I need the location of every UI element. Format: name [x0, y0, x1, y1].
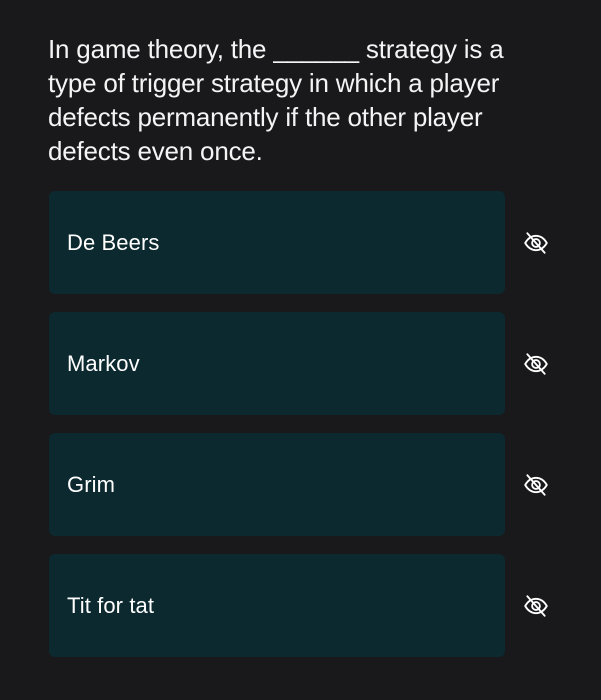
answer-options: De Beers Markov Grim Tit for tat: [49, 191, 555, 675]
eye-slash-icon[interactable]: [523, 351, 549, 377]
answer-option-label: Markov: [67, 350, 140, 376]
answer-option: De Beers: [49, 191, 555, 294]
answer-option-card[interactable]: De Beers: [49, 191, 505, 294]
answer-option-label: Tit for tat: [67, 592, 155, 618]
question-text: In game theory, the ______ strategy is a…: [48, 34, 504, 166]
answer-option-card[interactable]: Grim: [49, 433, 505, 536]
answer-option: Grim: [49, 433, 555, 536]
eye-slash-icon[interactable]: [523, 593, 549, 619]
answer-option-label: Grim: [67, 471, 116, 497]
eye-slash-icon[interactable]: [523, 230, 549, 256]
answer-option-card[interactable]: Tit for tat: [49, 554, 505, 657]
answer-option-label: De Beers: [67, 229, 160, 255]
answer-option: Tit for tat: [49, 554, 555, 657]
answer-option: Markov: [49, 312, 555, 415]
answer-option-card[interactable]: Markov: [49, 312, 505, 415]
eye-slash-icon[interactable]: [523, 472, 549, 498]
